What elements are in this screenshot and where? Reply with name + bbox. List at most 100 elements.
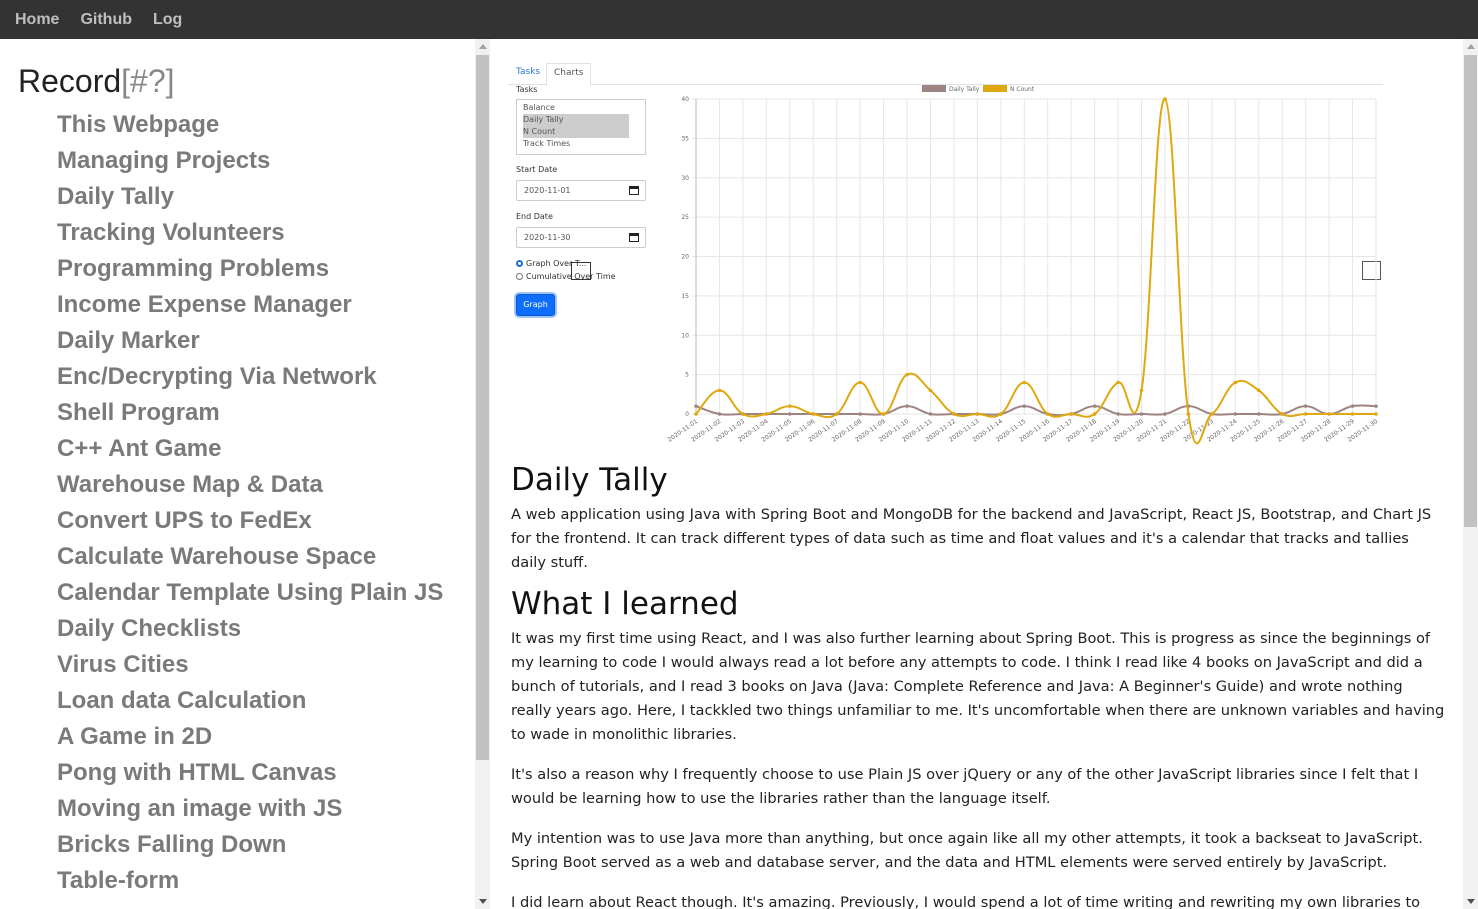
sidebar-item[interactable]: Pong with HTML Canvas: [57, 757, 443, 793]
scroll-up-arrow-icon[interactable]: [479, 44, 487, 49]
data-point: [905, 372, 909, 377]
sidebar-item[interactable]: Virus Cities: [57, 649, 443, 685]
data-point: [858, 380, 862, 385]
article-title: Daily Tally: [511, 462, 668, 498]
tab-charts[interactable]: Charts: [546, 63, 592, 86]
scroll-up-arrow-icon[interactable]: [1467, 44, 1475, 49]
sidebar-title-text: Record: [18, 63, 122, 99]
nav-log-link[interactable]: Log: [153, 11, 182, 29]
help-hint-link[interactable]: [#?]: [121, 63, 174, 99]
sidebar-item[interactable]: Warehouse Map & Data: [57, 469, 443, 505]
data-point: [1139, 388, 1144, 393]
graph-button[interactable]: Graph: [516, 294, 555, 316]
sidebar-item[interactable]: Shell Program: [57, 397, 443, 433]
end-date-input[interactable]: 2020-11-30: [516, 227, 646, 248]
sidebar-item[interactable]: Daily Checklists: [57, 613, 443, 649]
data-point: [1280, 412, 1285, 416]
y-tick-label: 5: [685, 372, 689, 379]
tally-line-chart: 05101520253035402020-11-012020-11-022020…: [667, 85, 1379, 445]
article-paragraph: It was my first time using React, and I …: [511, 630, 1445, 743]
main-scrollbar[interactable]: [1463, 39, 1478, 909]
sidebar-item[interactable]: Tracking Volunteers: [57, 217, 443, 253]
legend-swatch: [983, 85, 1007, 92]
article-paragraph: It's also a reason why I frequently choo…: [511, 766, 1419, 807]
sidebar-item[interactable]: Income Expense Manager: [57, 289, 443, 325]
data-point: [1233, 412, 1238, 416]
article-intro: A web application using Java with Spring…: [511, 506, 1432, 571]
sidebar-item[interactable]: Convert UPS to FedEx: [57, 505, 443, 541]
sidebar-item[interactable]: Loan data Calculation: [57, 685, 443, 721]
end-date-label: End Date: [516, 212, 553, 221]
sidebar-item[interactable]: Calendar Template Using Plain JS: [57, 577, 443, 613]
sidebar-item[interactable]: A Game in 2D: [57, 721, 443, 757]
scroll-thumb[interactable]: [1464, 55, 1477, 527]
sidebar-item[interactable]: Daily Tally: [57, 181, 443, 217]
sidebar: Record[#?] This Webpage Managing Project…: [0, 39, 475, 909]
data-point: [1022, 380, 1027, 385]
start-date-label: Start Date: [516, 165, 558, 174]
data-point: [1163, 97, 1167, 101]
project-list: This Webpage Managing Projects Daily Tal…: [57, 109, 443, 901]
radio-checked-icon[interactable]: [516, 260, 523, 267]
radio-cumulative[interactable]: Cumulative Over Time: [516, 272, 616, 281]
task-option-selected[interactable]: N Count: [523, 126, 629, 138]
data-point: [1210, 412, 1214, 416]
sidebar-item[interactable]: Managing Projects: [57, 145, 443, 181]
start-date-value: 2020-11-01: [524, 186, 571, 195]
data-point: [811, 412, 816, 416]
data-point: [1350, 412, 1355, 416]
data-point: [787, 412, 792, 416]
sidebar-item[interactable]: C++ Ant Game: [57, 433, 443, 469]
scroll-down-arrow-icon[interactable]: [1467, 899, 1475, 904]
nav-home-link[interactable]: Home: [15, 11, 59, 29]
tasks-select[interactable]: Balance Daily Tally N Count Track Times: [516, 99, 646, 155]
data-point: [1350, 404, 1355, 408]
data-point: [975, 412, 980, 416]
nav-github-link[interactable]: Github: [80, 11, 132, 29]
task-option[interactable]: Balance: [523, 102, 639, 114]
calendar-icon[interactable]: [629, 186, 639, 195]
data-point: [881, 412, 886, 416]
sidebar-item[interactable]: Moving an image with JS: [57, 793, 443, 829]
data-point: [999, 412, 1003, 416]
data-point: [1139, 412, 1144, 416]
tasks-label: Tasks: [516, 85, 538, 94]
sidebar-item[interactable]: Bricks Falling Down: [57, 829, 443, 865]
data-point: [694, 412, 698, 416]
sidebar-item[interactable]: Table-form: [57, 865, 443, 901]
sidebar-item[interactable]: Daily Marker: [57, 325, 443, 361]
data-point: [928, 412, 933, 416]
data-point: [905, 404, 909, 408]
data-point: [858, 412, 862, 416]
data-point: [1022, 404, 1027, 408]
data-point: [787, 404, 792, 408]
data-point: [952, 412, 956, 416]
y-tick-label: 30: [681, 175, 689, 182]
radio-unchecked-icon[interactable]: [516, 273, 523, 280]
sidebar-item[interactable]: This Webpage: [57, 109, 443, 145]
sidebar-item[interactable]: Enc/Decrypting Via Network: [57, 361, 443, 397]
start-date-input[interactable]: 2020-11-01: [516, 180, 646, 201]
data-point: [1045, 412, 1050, 416]
calendar-icon[interactable]: [629, 233, 639, 242]
main-content: Tasks Charts Tasks Balance Daily Tally N…: [490, 39, 1463, 909]
scroll-down-arrow-icon[interactable]: [479, 899, 487, 904]
legend-label: Daily Tally: [949, 86, 980, 93]
y-tick-label: 10: [681, 332, 689, 339]
y-tick-label: 15: [681, 293, 689, 300]
y-tick-label: 20: [681, 254, 689, 261]
sidebar-item[interactable]: Calculate Warehouse Space: [57, 541, 443, 577]
y-tick-label: 35: [681, 135, 689, 142]
data-point: [1116, 380, 1120, 385]
sidebar-scrollbar[interactable]: [475, 39, 490, 909]
tab-tasks[interactable]: Tasks: [516, 67, 540, 77]
legend-label: N Count: [1010, 86, 1035, 93]
article-paragraph: My intention was to use Java more than a…: [511, 830, 1423, 871]
data-point: [694, 404, 698, 408]
task-option-selected[interactable]: Daily Tally: [523, 114, 629, 126]
sidebar-item[interactable]: Programming Problems: [57, 253, 443, 289]
series-line: [695, 97, 1376, 445]
task-option[interactable]: Track Times: [523, 138, 639, 150]
data-point: [717, 412, 722, 416]
scroll-thumb[interactable]: [476, 55, 489, 760]
